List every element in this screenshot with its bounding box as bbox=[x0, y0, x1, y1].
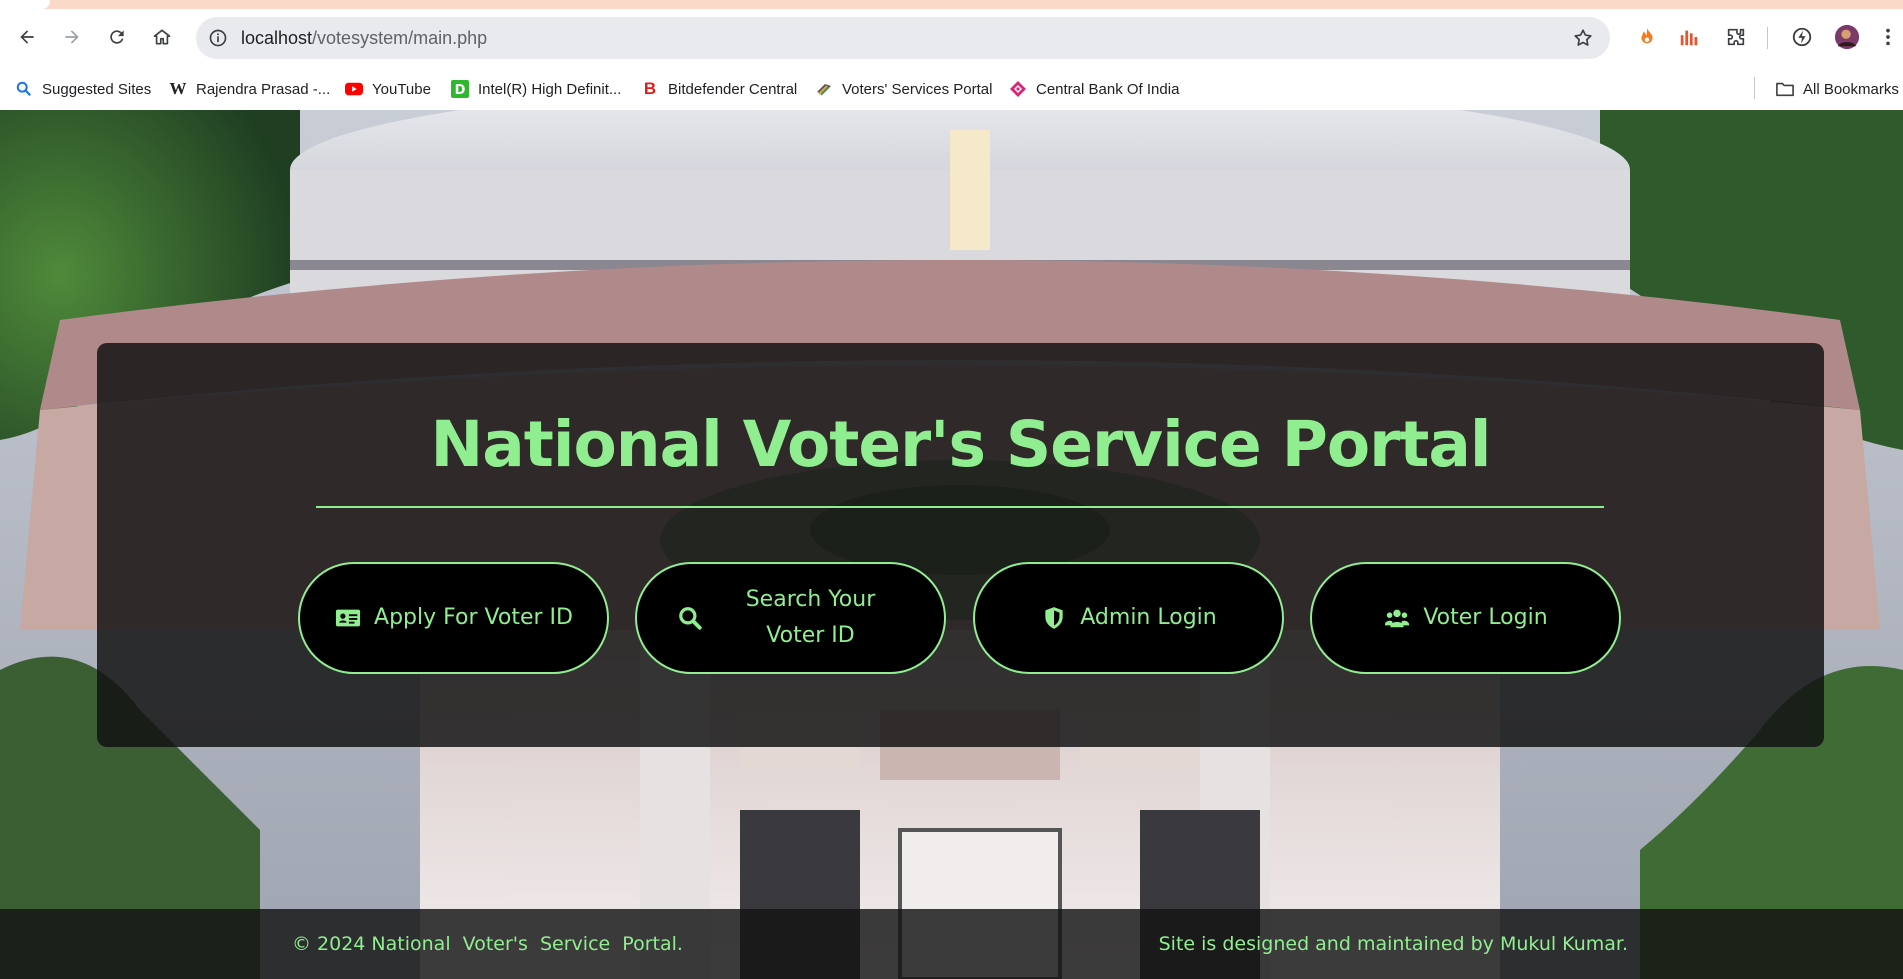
all-bookmarks-button[interactable]: All Bookmarks bbox=[1776, 77, 1899, 101]
bookmark-label: Bitdefender Central bbox=[668, 80, 798, 98]
voter-login-label: Voter Login bbox=[1423, 605, 1548, 630]
active-tab-stub[interactable] bbox=[0, 0, 50, 9]
bookmark-central-bank[interactable]: Central Bank Of India bbox=[1009, 77, 1179, 101]
bookmark-label: Rajendra Prasad -... bbox=[196, 80, 331, 98]
profile-avatar[interactable] bbox=[1833, 23, 1861, 51]
url-text[interactable]: localhost/votesystem/main.php bbox=[241, 28, 487, 49]
d-icon: D bbox=[451, 80, 469, 98]
admin-login-label: Admin Login bbox=[1080, 605, 1217, 630]
search-icon bbox=[676, 604, 704, 632]
bookmark-label: Central Bank Of India bbox=[1036, 80, 1180, 98]
reload-icon bbox=[110, 30, 124, 44]
apply-voter-id-label: Apply For Voter ID bbox=[374, 605, 573, 630]
menu-kebab-icon[interactable] bbox=[1878, 23, 1898, 51]
bookmarks-bar: Suggested Sites W Rajendra Prasad -... Y… bbox=[0, 67, 1903, 110]
bookmark-label: YouTube bbox=[372, 80, 431, 98]
arrow-left-icon bbox=[20, 30, 34, 44]
admin-login-button[interactable]: Admin Login bbox=[973, 562, 1284, 674]
title-divider bbox=[316, 506, 1604, 508]
url-host: localhost bbox=[241, 28, 313, 48]
bookmarks-separator bbox=[1754, 77, 1755, 99]
apply-voter-id-button[interactable]: Apply For Voter ID bbox=[298, 562, 609, 674]
bookmark-label: Intel(R) High Definit... bbox=[478, 80, 622, 98]
wikipedia-icon: W bbox=[169, 79, 187, 98]
folder-icon bbox=[1776, 80, 1794, 98]
users-icon bbox=[1383, 604, 1411, 632]
bookmark-star-icon[interactable] bbox=[1572, 27, 1594, 49]
voter-login-button[interactable]: Voter Login bbox=[1310, 562, 1621, 674]
svg-text:D: D bbox=[455, 83, 466, 98]
extensions-puzzle-icon[interactable] bbox=[1722, 23, 1750, 51]
extension-flame-icon[interactable] bbox=[1633, 23, 1661, 51]
url-path: /votesystem/main.php bbox=[312, 28, 488, 48]
bookmark-intel-audio[interactable]: D Intel(R) High Definit... bbox=[451, 77, 621, 101]
arrow-right-icon bbox=[65, 30, 79, 44]
copyright-text: © 2024 National Voter's Service Portal. bbox=[292, 933, 683, 955]
bookmark-youtube[interactable]: YouTube bbox=[345, 77, 431, 101]
search-voter-id-label: Search Your Voter ID bbox=[745, 587, 876, 648]
page-title: National Voter's Service Portal bbox=[430, 408, 1492, 481]
browser-toolbar: localhost/votesystem/main.php bbox=[0, 9, 1903, 67]
portal-panel: National Voter's Service Portal Apply Fo… bbox=[97, 343, 1824, 747]
youtube-icon bbox=[345, 80, 363, 98]
bank-icon bbox=[1009, 80, 1027, 98]
bookmark-label: Suggested Sites bbox=[42, 80, 152, 98]
bookmark-voters-services-portal[interactable]: Voters' Services Portal bbox=[815, 77, 992, 101]
bookmark-label: All Bookmarks bbox=[1803, 80, 1899, 98]
bookmark-rajendra-prasad[interactable]: W Rajendra Prasad -... bbox=[169, 77, 331, 101]
magnifier-icon bbox=[15, 80, 33, 98]
designer-credit: Site is designed and maintained by Mukul… bbox=[1158, 933, 1628, 955]
bookmark-suggested-sites[interactable]: Suggested Sites bbox=[15, 77, 151, 101]
extension-bars-icon[interactable] bbox=[1675, 23, 1703, 51]
page-footer: © 2024 National Voter's Service Portal. … bbox=[0, 909, 1903, 979]
reload-button[interactable] bbox=[99, 19, 135, 55]
forward-button[interactable] bbox=[54, 19, 90, 55]
bitdefender-icon: B bbox=[643, 79, 657, 98]
search-voter-id-button[interactable]: Search Your Voter ID bbox=[635, 562, 946, 674]
toolbar-separator bbox=[1767, 27, 1768, 49]
home-icon bbox=[153, 29, 171, 45]
back-button[interactable] bbox=[9, 19, 45, 55]
browser-tab-strip bbox=[0, 0, 1903, 9]
bookmark-bitdefender[interactable]: B Bitdefender Central bbox=[641, 77, 797, 101]
address-bar[interactable]: localhost/votesystem/main.php bbox=[196, 17, 1610, 59]
site-info-icon[interactable] bbox=[204, 24, 232, 52]
performance-icon[interactable] bbox=[1788, 23, 1816, 51]
home-button[interactable] bbox=[144, 19, 180, 55]
id-card-icon bbox=[334, 604, 362, 632]
bookmark-label: Voters' Services Portal bbox=[842, 80, 993, 98]
page-viewport: National Voter's Service Portal Apply Fo… bbox=[0, 110, 1903, 979]
evm-icon bbox=[815, 80, 833, 98]
shield-icon bbox=[1040, 604, 1068, 632]
